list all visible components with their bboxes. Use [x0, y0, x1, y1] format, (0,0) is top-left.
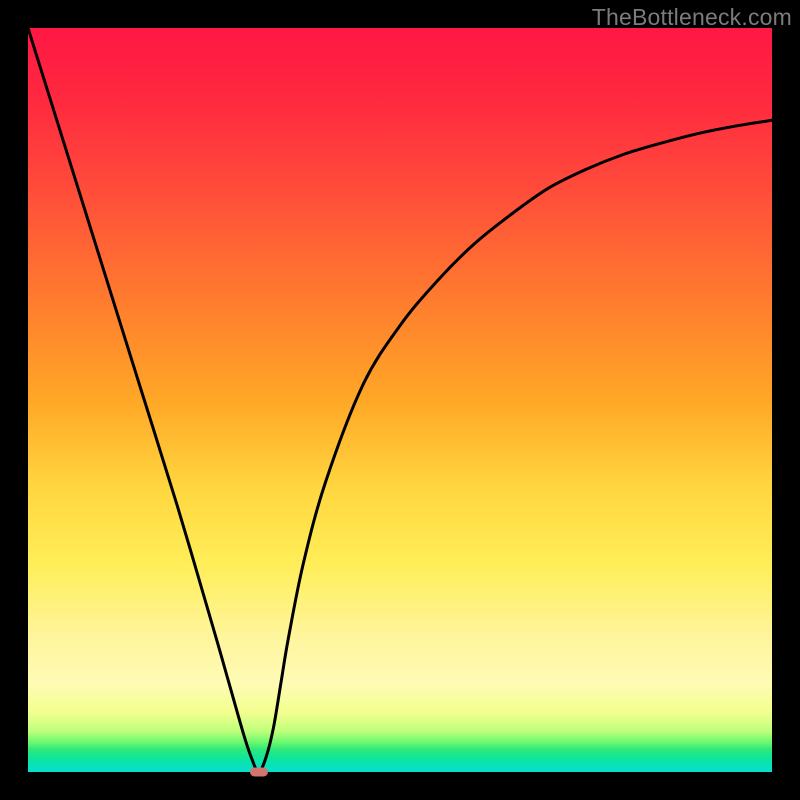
- chart-background-gradient: [28, 28, 772, 772]
- chart-frame: [28, 28, 772, 772]
- watermark-text: TheBottleneck.com: [592, 4, 792, 31]
- minimum-marker: [250, 768, 268, 777]
